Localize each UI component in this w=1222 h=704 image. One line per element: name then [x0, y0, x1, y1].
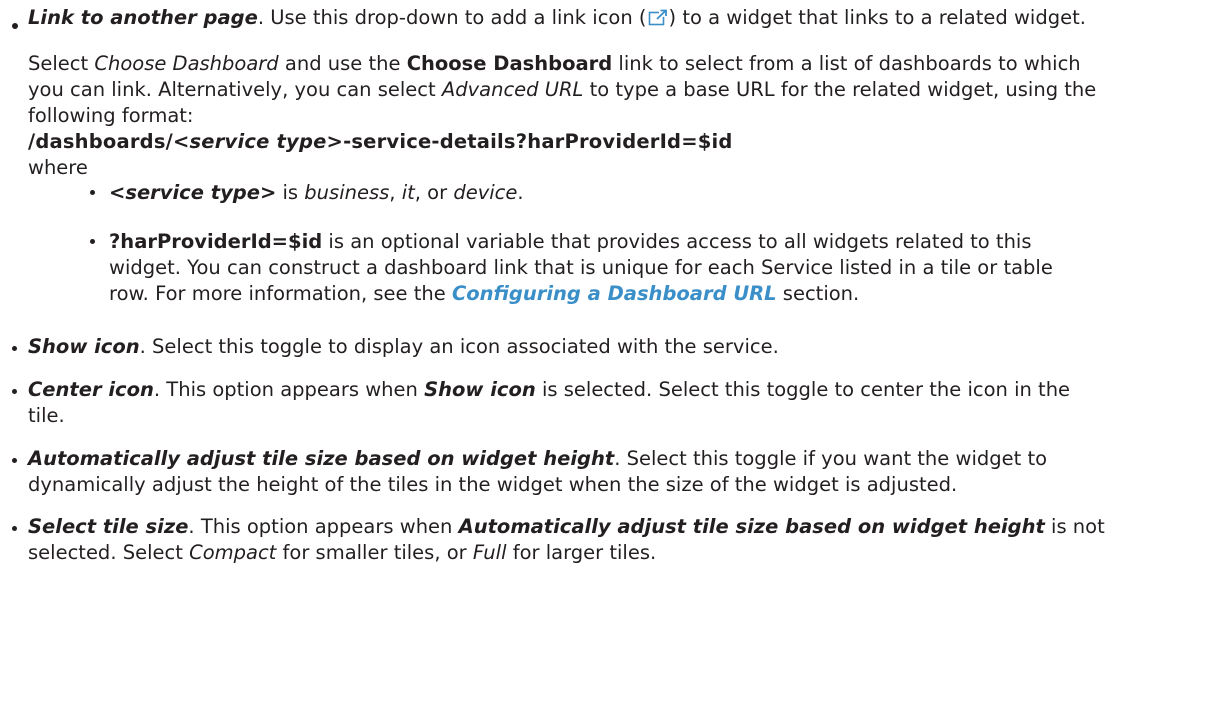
select-tile-size-line-1: Select tile size. This option appears wh…: [28, 515, 1105, 538]
auto-adjust-line-2: dynamically adjust the height of the til…: [28, 473, 958, 496]
har-provider-id-line-2: widget. You can construct a dashboard li…: [109, 256, 1053, 279]
center-icon-line-2: tile.: [28, 404, 65, 427]
har-provider-id-line-1: ?harProviderId=$id is an optional variab…: [109, 230, 1032, 253]
choose-dashboard-line-2: you can link. Alternatively, you can sel…: [28, 78, 1097, 101]
bullet: [12, 346, 17, 351]
document-page: Link to another page. Use this drop-down…: [0, 0, 1222, 704]
sub-bullet: [90, 190, 95, 195]
har-provider-id-line-3: row. For more information, see the Confi…: [109, 282, 860, 305]
bullet: [12, 23, 18, 29]
choose-dashboard-line-1: Select Choose Dashboard and use the Choo…: [28, 52, 1081, 75]
service-type-item: <service type> is business, it, or devic…: [109, 181, 524, 204]
bullet: [12, 526, 17, 531]
where-label: where: [28, 156, 88, 179]
configuring-dashboard-url-link[interactable]: Configuring a Dashboard URL: [452, 282, 777, 305]
url-format: /dashboards/<service type>-service-detai…: [28, 130, 733, 153]
bullet: [12, 389, 17, 394]
center-icon-line-1: Center icon. This option appears when Sh…: [28, 378, 1071, 401]
bullet: [12, 458, 17, 463]
choose-dashboard-link-label: Choose Dashboard: [406, 52, 613, 75]
choose-dashboard-line-3: following format:: [28, 104, 194, 127]
sub-bullet: [90, 239, 95, 244]
show-icon-item: Show icon. Select this toggle to display…: [28, 335, 779, 358]
option-term: Link to another page: [28, 6, 258, 29]
option-desc: ) to a widget that links to a related wi…: [668, 6, 1086, 29]
option-desc: . Use this drop-down to add a link icon …: [257, 6, 647, 29]
auto-adjust-line-1: Automatically adjust tile size based on …: [28, 447, 1048, 470]
select-tile-size-line-2: selected. Select Compact for smaller til…: [28, 541, 657, 564]
external-link-icon: [648, 9, 667, 26]
link-to-another-page-item: Link to another page. Use this drop-down…: [28, 5, 1086, 31]
